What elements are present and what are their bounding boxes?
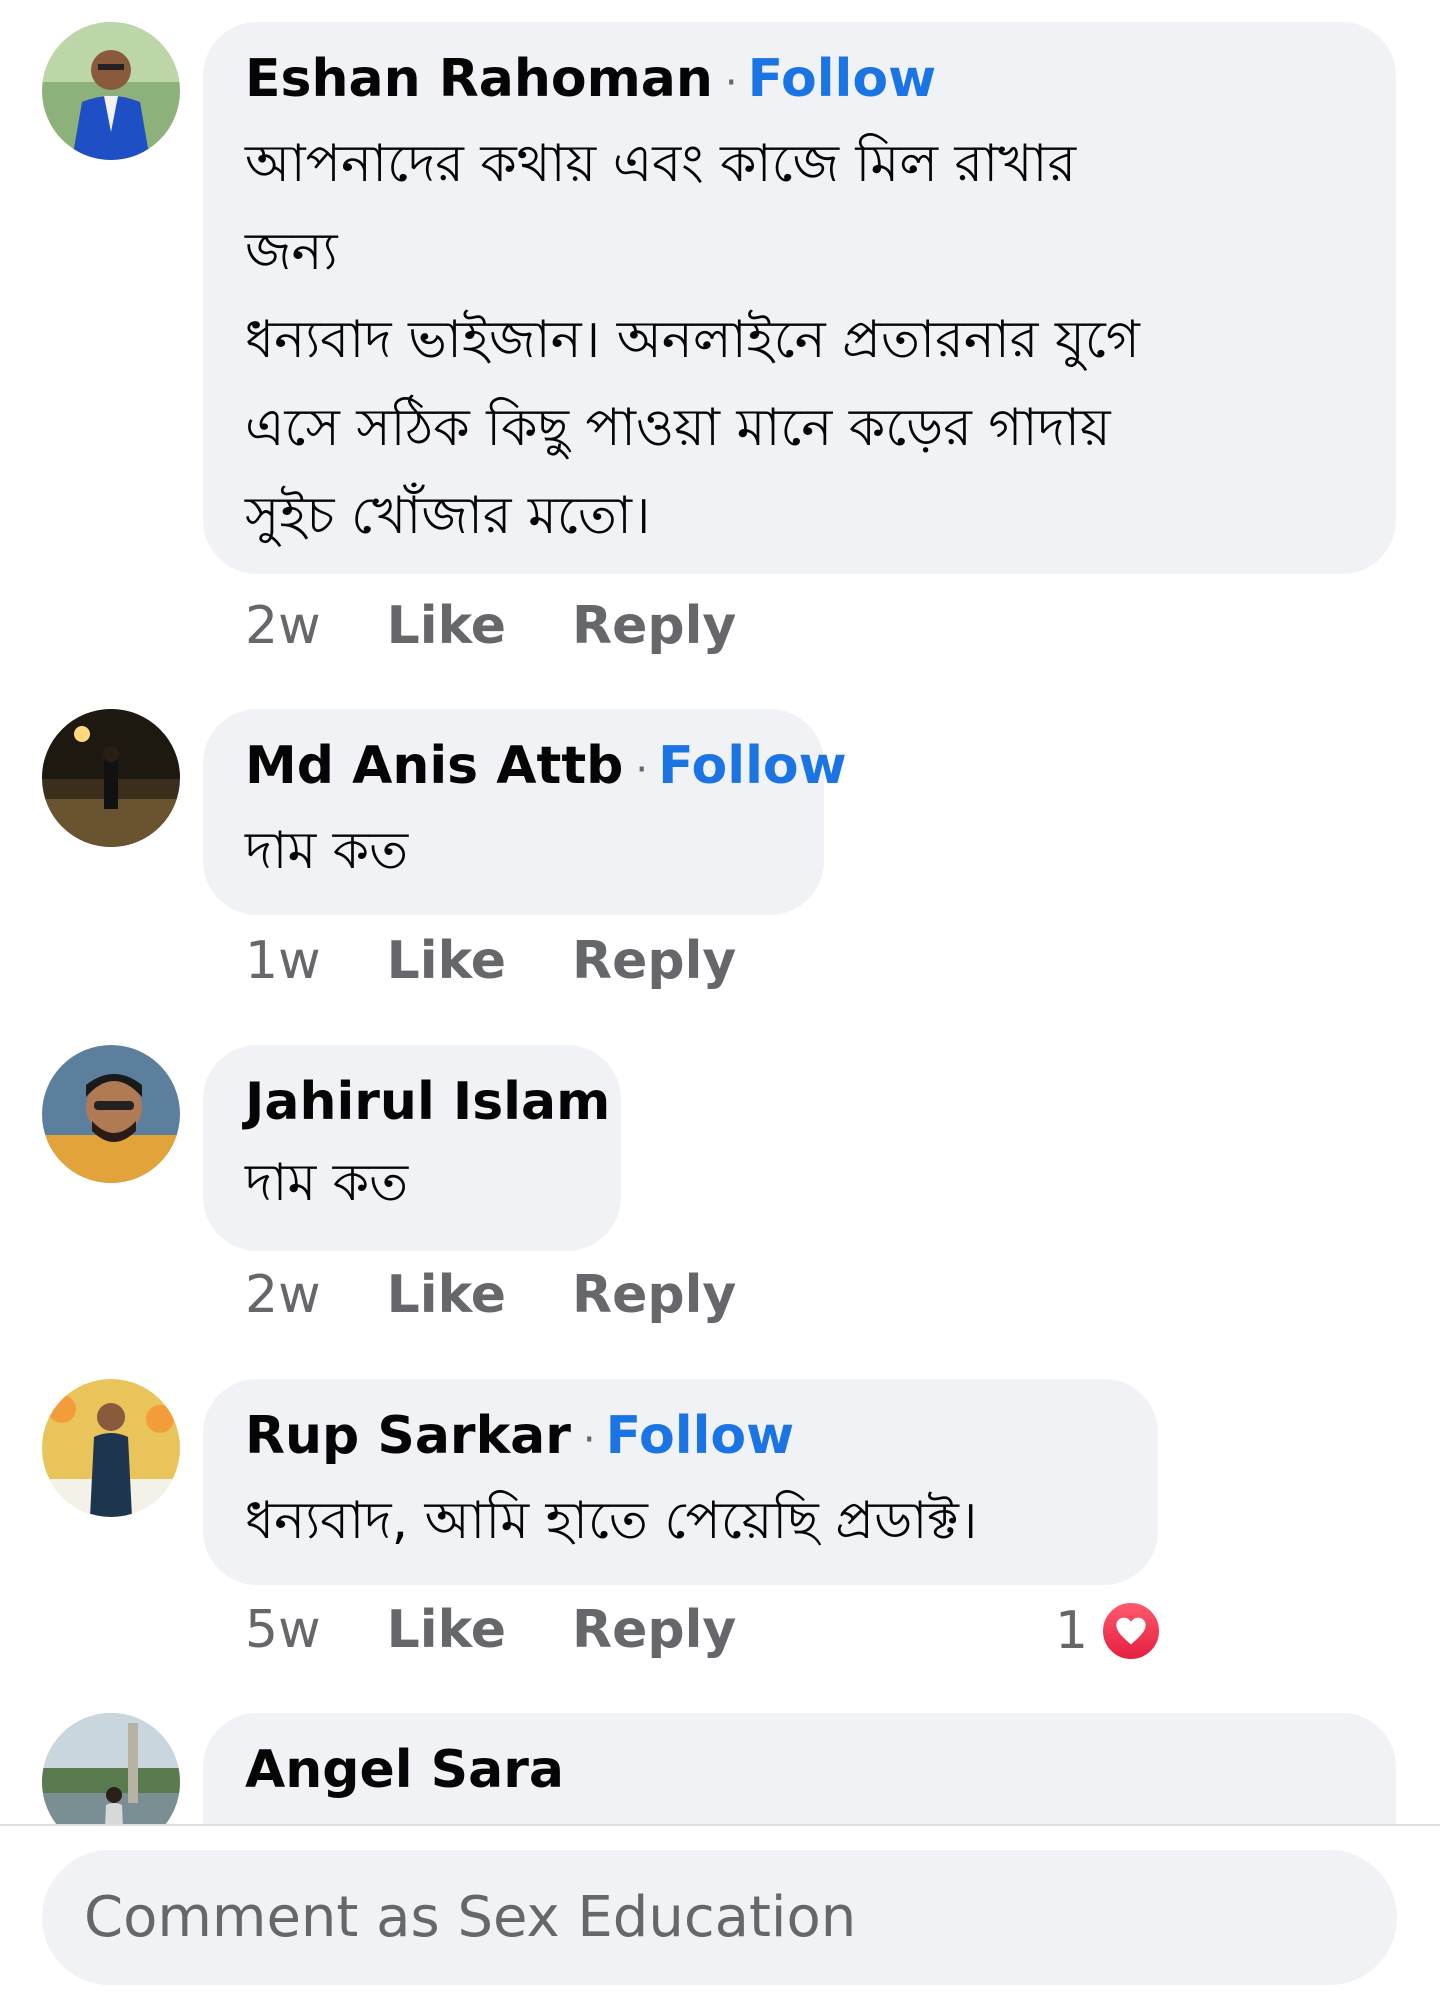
- avatar[interactable]: [42, 1045, 180, 1183]
- reply-button[interactable]: Reply: [572, 1265, 736, 1325]
- reply-button[interactable]: Reply: [572, 931, 736, 991]
- commenter-name[interactable]: Rup Sarkar: [245, 1406, 571, 1466]
- comment-text: দাম কত: [245, 821, 409, 881]
- reply-button[interactable]: Reply: [572, 1600, 736, 1660]
- comment-actions: 5w Like Reply: [245, 1600, 802, 1660]
- comment-time[interactable]: 2w: [245, 1265, 321, 1325]
- comment-header: Angel Sara: [245, 1737, 1354, 1803]
- avatar[interactable]: [42, 1379, 180, 1517]
- heart-icon: [1100, 1600, 1163, 1662]
- comment-header: Eshan Rahoman · Follow: [245, 46, 1354, 116]
- comment-bubble: Md Anis Attb · Follow দাম কত: [203, 709, 847, 915]
- follow-button[interactable]: Follow: [748, 49, 937, 109]
- comment-header: Jahirul Islam: [245, 1069, 610, 1135]
- separator-dot: ·: [582, 1417, 596, 1463]
- commenter-name[interactable]: Jahirul Islam: [245, 1072, 610, 1132]
- comment-header: Rup Sarkar · Follow: [245, 1403, 1116, 1473]
- comment-time[interactable]: 1w: [245, 931, 321, 991]
- follow-button[interactable]: Follow: [658, 736, 847, 796]
- commenter-name[interactable]: Angel Sara: [245, 1740, 564, 1800]
- comment-header: Md Anis Attb · Follow: [245, 733, 847, 803]
- comment-text: আপনাদের কথায় এবং কাজে মিল রাখার জন্য ধন…: [245, 134, 1140, 546]
- separator-dot: ·: [724, 60, 738, 106]
- reaction-count: 1: [1055, 1601, 1089, 1661]
- commenter-name[interactable]: Md Anis Attb: [245, 736, 623, 796]
- comment-actions: 2w Like Reply: [245, 1265, 802, 1325]
- comment-actions: 1w Like Reply: [245, 931, 802, 991]
- reply-button[interactable]: Reply: [572, 596, 736, 656]
- comment-bubble: Jahirul Islam দাম কত: [203, 1045, 621, 1251]
- avatar[interactable]: [42, 709, 180, 847]
- comment-bubble: Rup Sarkar · Follow ধন্যবাদ, আমি হাতে পেয়…: [203, 1379, 1158, 1585]
- like-button[interactable]: Like: [387, 596, 506, 656]
- comment-time[interactable]: 5w: [245, 1600, 321, 1660]
- reaction-summary[interactable]: 1: [1055, 1600, 1163, 1662]
- comment-text: দাম কত: [245, 1153, 409, 1213]
- separator-dot: ·: [635, 747, 649, 793]
- follow-button[interactable]: Follow: [606, 1406, 795, 1466]
- comment-text: ধন্যবাদ, আমি হাতে পেয়েছি প্রডাক্ট।: [245, 1491, 978, 1551]
- comment-actions: 2w Like Reply: [245, 596, 802, 656]
- comment-input[interactable]: Comment as Sex Education: [42, 1850, 1397, 1985]
- like-button[interactable]: Like: [387, 1600, 506, 1660]
- like-button[interactable]: Like: [387, 931, 506, 991]
- comment-input-placeholder: Comment as Sex Education: [84, 1885, 857, 1950]
- commenter-name[interactable]: Eshan Rahoman: [245, 49, 713, 109]
- comment-time[interactable]: 2w: [245, 596, 321, 656]
- avatar[interactable]: [42, 22, 180, 160]
- like-button[interactable]: Like: [387, 1265, 506, 1325]
- comment-bubble: Eshan Rahoman · Follow আপনাদের কথায় এবং ক…: [203, 22, 1396, 574]
